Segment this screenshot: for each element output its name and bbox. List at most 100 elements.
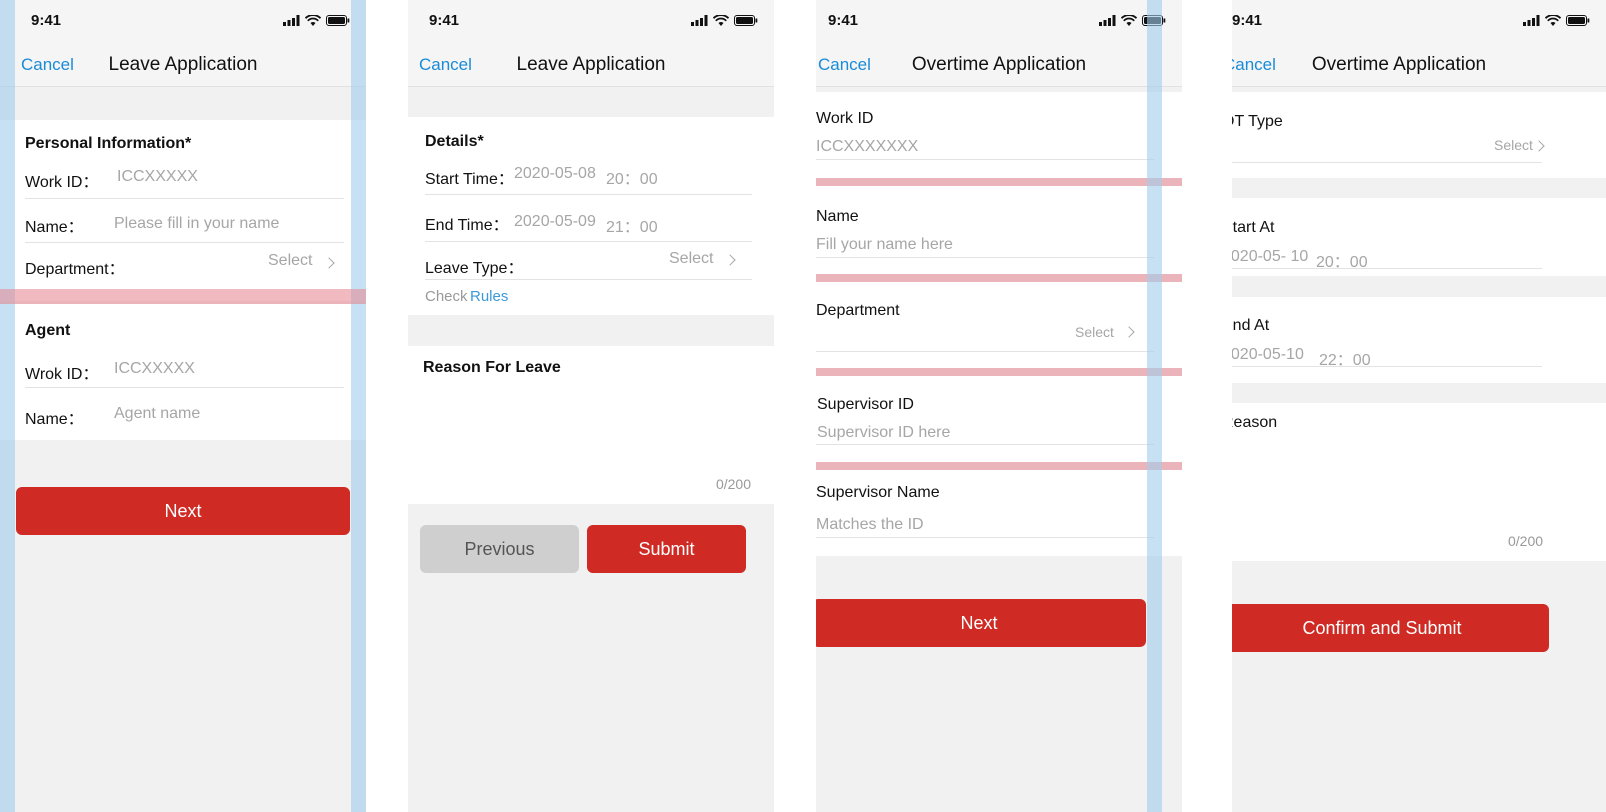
status-bar: 9:41 bbox=[816, 0, 1182, 44]
wifi-icon bbox=[1121, 15, 1137, 26]
chevron-right-icon[interactable] bbox=[1533, 140, 1545, 152]
end-time-label: End Time： bbox=[425, 217, 509, 234]
divider bbox=[816, 351, 1154, 352]
end-date-picker[interactable]: 2020-05-10 bbox=[1232, 346, 1304, 364]
work-id-label: Work ID bbox=[816, 110, 874, 127]
reason-label: Reason bbox=[1232, 414, 1278, 431]
next-button[interactable]: Next bbox=[816, 599, 1146, 647]
name-card: Name Fill your name here bbox=[816, 186, 1182, 274]
wifi-icon bbox=[713, 15, 729, 26]
leave-type-label: Leave Type： bbox=[425, 260, 524, 277]
name-input[interactable]: Fill your name here bbox=[816, 236, 953, 254]
nav-bar: Cancel Overtime Application bbox=[816, 44, 1182, 87]
department-select[interactable]: Select bbox=[1075, 324, 1114, 340]
divider bbox=[1232, 162, 1542, 163]
reason-textarea[interactable] bbox=[1232, 441, 1542, 531]
reason-header: Reason For Leave bbox=[423, 359, 561, 376]
leave-application-screen-1: 9:41 Cancel Leave Application Personal I… bbox=[0, 0, 366, 812]
work-id-input[interactable]: ICCXXXXXXX bbox=[816, 138, 918, 156]
confirm-submit-button[interactable]: Confirm and Submit bbox=[1232, 604, 1549, 652]
work-id-label: Work ID： bbox=[25, 174, 99, 191]
supervisor-id-card: Supervisor ID Supervisor ID here bbox=[816, 376, 1182, 462]
start-time-picker[interactable]: 20：00 bbox=[606, 165, 658, 189]
chevron-right-icon[interactable] bbox=[1123, 326, 1135, 338]
next-button[interactable]: Next bbox=[16, 487, 350, 535]
divider bbox=[425, 279, 752, 280]
status-bar: 9:41 bbox=[1232, 0, 1606, 44]
spacing-guide bbox=[816, 178, 1182, 186]
signal-icon bbox=[1523, 15, 1540, 26]
spacing-guide bbox=[816, 462, 1182, 470]
section-header-details: Details* bbox=[425, 133, 484, 150]
personal-info-card: Personal Information* Work ID： ICCXXXXX … bbox=[0, 120, 366, 301]
page-title: Leave Application bbox=[516, 54, 666, 75]
status-time: 9:41 bbox=[429, 12, 460, 29]
signal-icon bbox=[283, 15, 300, 26]
supervisor-name-input[interactable]: Matches the ID bbox=[816, 516, 924, 534]
start-time-label: Start Time： bbox=[425, 171, 514, 188]
divider bbox=[425, 241, 752, 242]
spacing-guide bbox=[816, 368, 1182, 376]
section-header-personal: Personal Information* bbox=[25, 135, 192, 152]
status-time: 9:41 bbox=[828, 12, 859, 29]
signal-icon bbox=[1099, 15, 1116, 26]
spacing-guide bbox=[816, 274, 1182, 282]
status-bar: 9:41 bbox=[408, 0, 774, 44]
reason-card: Reason For Leave 0/200 bbox=[408, 346, 774, 504]
supervisor-id-label: Supervisor ID bbox=[817, 396, 914, 413]
department-card: Department Select bbox=[816, 282, 1182, 368]
status-time: 9:41 bbox=[1232, 12, 1263, 29]
agent-name-input[interactable]: Agent name bbox=[114, 405, 200, 423]
ot-type-card: OT Type Select bbox=[1232, 92, 1606, 178]
leave-type-select[interactable]: Select bbox=[669, 250, 713, 268]
battery-icon bbox=[1142, 15, 1166, 26]
department-label: Department： bbox=[25, 261, 125, 278]
battery-icon bbox=[1566, 15, 1590, 26]
page-title: Overtime Application bbox=[911, 54, 1087, 75]
wifi-icon bbox=[1545, 15, 1561, 26]
submit-button[interactable]: Submit bbox=[587, 525, 746, 573]
agent-name-label: Name： bbox=[25, 411, 84, 428]
name-input[interactable]: Please fill in your name bbox=[114, 215, 279, 233]
end-date-picker[interactable]: 2020-05-09 bbox=[514, 213, 596, 231]
start-date-picker[interactable]: 2020-05-08 bbox=[514, 165, 596, 183]
reason-card: Reason 0/200 bbox=[1232, 403, 1606, 561]
details-card: Details* Start Time： 2020-05-08 20：00 En… bbox=[408, 117, 774, 315]
agent-work-id-label: Wrok ID： bbox=[25, 366, 99, 383]
status-bar: 9:41 bbox=[0, 0, 366, 44]
page-title: Leave Application bbox=[108, 54, 258, 75]
divider bbox=[1232, 268, 1542, 269]
supervisor-id-input[interactable]: Supervisor ID here bbox=[817, 424, 950, 442]
start-at-label: Start At bbox=[1232, 219, 1275, 236]
divider bbox=[425, 194, 752, 195]
reason-textarea[interactable] bbox=[423, 386, 752, 474]
name-label: Name bbox=[816, 208, 859, 225]
end-at-card: End At 2020-05-10 22：00 bbox=[1232, 297, 1606, 383]
start-at-card: Start At 2020-05- 10 20：00 bbox=[1232, 198, 1606, 276]
end-at-label: End At bbox=[1232, 317, 1270, 334]
work-id-card: Work ID ICCXXXXXXX bbox=[816, 92, 1182, 178]
divider bbox=[816, 159, 1154, 160]
divider bbox=[25, 198, 344, 199]
battery-icon bbox=[326, 15, 350, 26]
ot-type-label: OT Type bbox=[1232, 113, 1283, 130]
department-select[interactable]: Select bbox=[268, 252, 312, 270]
chevron-right-icon[interactable] bbox=[724, 254, 736, 266]
char-counter: 0/200 bbox=[1508, 533, 1544, 549]
divider bbox=[816, 444, 1154, 445]
status-time: 9:41 bbox=[31, 12, 62, 29]
previous-button[interactable]: Previous bbox=[420, 525, 579, 573]
agent-work-id-input[interactable]: ICCXXXXX bbox=[114, 360, 195, 378]
department-label: Department bbox=[816, 302, 900, 319]
rules-link[interactable]: Rules bbox=[470, 288, 508, 305]
page-title: Overtime Application bbox=[1311, 54, 1487, 75]
ot-type-select[interactable]: Select bbox=[1494, 137, 1533, 153]
end-time-picker[interactable]: 21：00 bbox=[606, 213, 658, 237]
name-label: Name： bbox=[25, 219, 84, 236]
battery-icon bbox=[734, 15, 758, 26]
char-counter: 0/200 bbox=[715, 476, 751, 492]
chevron-right-icon[interactable] bbox=[323, 257, 335, 269]
work-id-input[interactable]: ICCXXXXX bbox=[117, 168, 198, 186]
divider bbox=[816, 257, 1154, 258]
start-date-picker[interactable]: 2020-05- 10 bbox=[1232, 248, 1308, 266]
